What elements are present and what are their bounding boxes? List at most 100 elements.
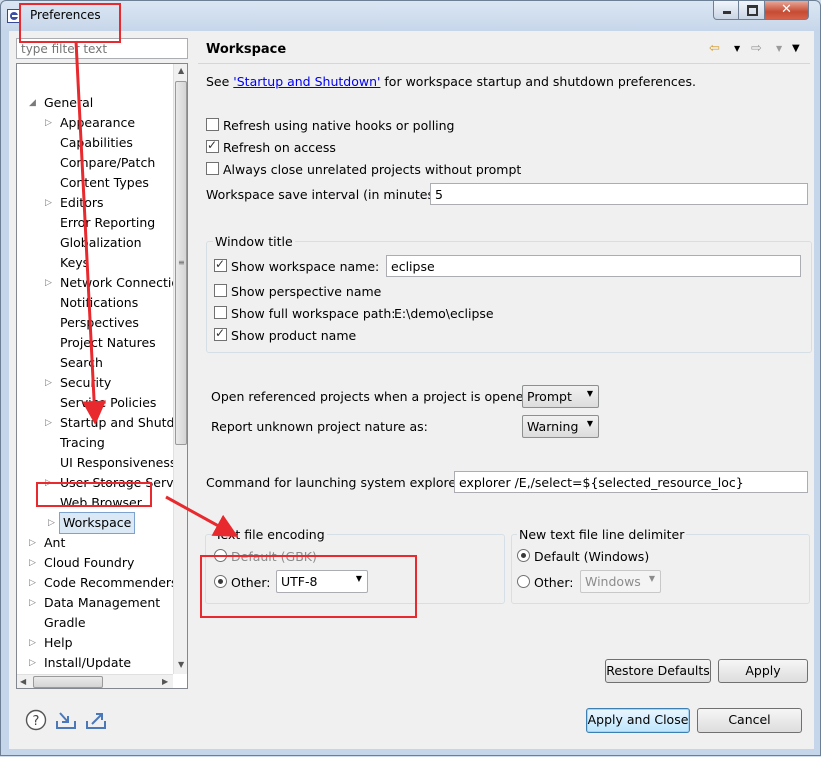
radio-dot[interactable] — [517, 575, 530, 588]
chevron-right-icon[interactable]: ▷ — [29, 633, 36, 653]
forward-arrow-icon[interactable]: ⇨ — [751, 41, 762, 56]
filter-input[interactable] — [16, 38, 188, 59]
tree-item[interactable]: Service Policies — [60, 393, 156, 413]
chevron-right-icon[interactable]: ▷ — [29, 533, 36, 553]
radio-dot[interactable] — [214, 575, 227, 588]
tree-item[interactable]: ▷ User Storage Service — [45, 473, 173, 493]
refresh-access-checkbox[interactable]: Refresh on access — [206, 137, 336, 156]
tree-item[interactable]: Content Types — [60, 173, 149, 193]
checkbox-box[interactable] — [214, 306, 227, 319]
cancel-button[interactable]: Cancel — [697, 708, 802, 733]
tree-item[interactable]: Notifications — [60, 293, 138, 313]
tree-item[interactable]: Tracing — [60, 433, 105, 453]
tree-item[interactable]: Error Reporting — [60, 213, 155, 233]
unknown-nature-combo[interactable]: Warning ▼ — [522, 415, 599, 438]
tree-item-label: Web Browser — [60, 495, 142, 510]
tree-item[interactable]: ▷ Data Management — [29, 593, 160, 613]
checkbox-box[interactable] — [214, 325, 227, 341]
delimiter-default-radio[interactable]: Default (Windows) — [517, 549, 649, 565]
tree-item[interactable]: Globalization — [60, 233, 142, 253]
tree-item[interactable]: ▷ Code Recommenders — [29, 573, 173, 593]
tree-item[interactable]: Compare/Patch — [60, 153, 155, 173]
tree-item[interactable]: ▷ Cloud Foundry — [29, 553, 134, 573]
checkbox-box[interactable] — [206, 162, 219, 175]
checkbox-box[interactable] — [206, 137, 219, 153]
tree-item[interactable]: ▷ Help — [29, 633, 73, 653]
show-product-name-checkbox[interactable]: Show product name — [214, 325, 356, 344]
always-close-checkbox[interactable]: Always close unrelated projects without … — [206, 162, 521, 178]
startup-shutdown-link[interactable]: 'Startup and Shutdown' — [233, 74, 380, 89]
chevron-right-icon[interactable]: ▷ — [45, 113, 52, 133]
tree-item[interactable]: UI Responsiveness — [60, 453, 173, 473]
tree-item[interactable]: ◢ General — [29, 93, 93, 113]
tree-item[interactable]: ▷ Startup and Shutdown — [45, 413, 173, 433]
tree-item-workspace[interactable]: ▷ Workspace — [48, 512, 136, 534]
tree-item[interactable]: ▷ Install/Update — [29, 653, 131, 673]
delimiter-combo[interactable]: Windows ▼ — [580, 570, 661, 593]
checkbox-box[interactable] — [214, 284, 227, 297]
back-dropdown-icon[interactable]: ▼ — [734, 44, 740, 53]
chevron-down-icon[interactable]: ◢ — [29, 93, 36, 113]
checkbox-box[interactable] — [214, 256, 227, 272]
chevron-right-icon[interactable]: ▷ — [45, 373, 52, 393]
tree-item-label: User Storage Service — [60, 475, 173, 490]
tree-item[interactable]: Capabilities — [60, 133, 133, 153]
save-interval-input[interactable]: 5 — [430, 183, 808, 205]
radio-dot[interactable] — [214, 549, 227, 562]
delimiter-other-radio[interactable]: Other: — [517, 575, 573, 591]
vertical-scroll-thumb[interactable]: ≡ — [175, 81, 187, 445]
tree-horizontal-scrollbar[interactable]: ◀ ▶ — [17, 674, 173, 688]
apply-and-close-button[interactable]: Apply and Close — [586, 708, 690, 733]
chevron-right-icon[interactable]: ▷ — [29, 593, 36, 613]
restore-defaults-button[interactable]: Restore Defaults — [605, 659, 711, 683]
tree-item[interactable]: ▷ Appearance — [45, 113, 135, 133]
chevron-right-icon[interactable]: ▷ — [48, 513, 55, 533]
title-bar[interactable]: Preferences ✕ — [1, 1, 821, 31]
scroll-up-icon[interactable]: ▲ — [178, 66, 184, 75]
open-referenced-combo[interactable]: Prompt ▼ — [522, 385, 599, 408]
show-perspective-checkbox[interactable]: Show perspective name — [214, 284, 381, 300]
view-menu-icon[interactable]: ▼ — [792, 43, 800, 54]
tree-item[interactable]: ▷ Network Connection — [45, 273, 173, 293]
chevron-right-icon[interactable]: ▷ — [45, 473, 52, 493]
workspace-name-input[interactable]: eclipse — [386, 255, 801, 277]
scroll-left-icon[interactable]: ◀ — [20, 677, 26, 686]
minimize-button[interactable] — [713, 1, 739, 20]
back-arrow-icon[interactable]: ⇦ — [709, 41, 720, 56]
forward-dropdown-icon[interactable]: ▼ — [776, 44, 782, 53]
help-icon[interactable]: ? — [25, 709, 47, 731]
tree-item[interactable]: Web Browser — [60, 493, 142, 513]
chevron-right-icon[interactable]: ▷ — [29, 653, 36, 673]
tree-item[interactable]: ▷ Ant — [29, 533, 65, 553]
import-icon[interactable] — [55, 709, 77, 731]
tree-item[interactable]: Perspectives — [60, 313, 139, 333]
chevron-right-icon[interactable]: ▷ — [45, 193, 52, 213]
close-button[interactable]: ✕ — [765, 1, 809, 20]
tree-item[interactable]: Project Natures — [60, 333, 156, 353]
show-workspace-name-checkbox[interactable]: Show workspace name: — [214, 256, 379, 275]
chevron-right-icon[interactable]: ▷ — [29, 573, 36, 593]
show-full-path-checkbox[interactable]: Show full workspace path: — [214, 306, 395, 322]
radio-dot[interactable] — [517, 549, 530, 562]
tree-item[interactable]: ▷ Editors — [45, 193, 104, 213]
tree-item[interactable]: ▷ Security — [45, 373, 111, 393]
chevron-right-icon[interactable]: ▷ — [29, 553, 36, 573]
apply-button[interactable]: Apply — [718, 659, 808, 683]
chevron-right-icon[interactable]: ▷ — [45, 273, 52, 293]
tree-item[interactable]: Keys — [60, 253, 89, 273]
chevron-right-icon[interactable]: ▷ — [45, 413, 52, 433]
tree-item[interactable]: Gradle — [44, 613, 86, 633]
encoding-other-radio[interactable]: Other: — [214, 575, 270, 591]
checkbox-box[interactable] — [206, 118, 219, 131]
explorer-command-input[interactable]: explorer /E,/select=${selected_resource_… — [454, 471, 808, 493]
encoding-default-radio[interactable]: Default (GBK) — [214, 549, 317, 565]
horizontal-scroll-thumb[interactable] — [33, 676, 103, 688]
tree-item[interactable]: Search — [60, 353, 103, 373]
maximize-button[interactable] — [739, 1, 765, 20]
export-icon[interactable] — [85, 709, 107, 731]
refresh-native-checkbox[interactable]: Refresh using native hooks or polling — [206, 118, 455, 134]
scroll-down-icon[interactable]: ▼ — [178, 660, 184, 669]
tree-vertical-scrollbar[interactable]: ▲ ≡ ▼ — [173, 64, 187, 674]
encoding-combo[interactable]: UTF-8 ▼ — [276, 570, 368, 593]
scroll-right-icon[interactable]: ▶ — [162, 677, 168, 686]
